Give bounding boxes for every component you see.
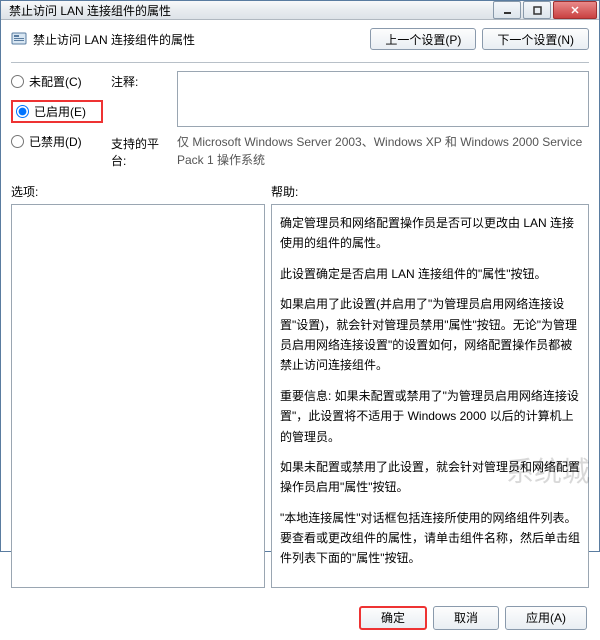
- policy-icon: [11, 31, 27, 47]
- comment-label: 注释:: [111, 71, 171, 127]
- previous-setting-button[interactable]: 上一个设置(P): [370, 28, 476, 50]
- radio-enabled[interactable]: 已启用(E): [16, 103, 86, 120]
- policy-title: 禁止访问 LAN 连接组件的属性: [33, 31, 364, 48]
- options-panel: [11, 204, 265, 588]
- help-text: 重要信息: 如果未配置或禁用了"为管理员启用网络连接设置"，此设置将不适用于 W…: [280, 386, 580, 447]
- platform-text: 仅 Microsoft Windows Server 2003、Windows …: [177, 133, 589, 169]
- radio-label: 已禁用(D): [29, 133, 82, 150]
- next-setting-button[interactable]: 下一个设置(N): [482, 28, 589, 50]
- radio-not-configured[interactable]: 未配置(C): [11, 73, 103, 90]
- cancel-button[interactable]: 取消: [433, 606, 499, 630]
- help-text: "本地连接属性"对话框包括连接所使用的网络组件列表。要查看或更改组件的属性，请单…: [280, 508, 580, 569]
- options-label: 选项:: [11, 183, 271, 200]
- help-text: 如果启用了此设置(并启用了"为管理员启用网络连接设置"设置)，就会针对管理员禁用…: [280, 294, 580, 376]
- help-panel: 确定管理员和网络配置操作员是否可以更改由 LAN 连接使用的组件的属性。 此设置…: [271, 204, 589, 588]
- help-text: 确定管理员和网络配置操作员是否可以更改由 LAN 连接使用的组件的属性。: [280, 213, 580, 254]
- titlebar: 禁止访问 LAN 连接组件的属性: [1, 1, 599, 20]
- highlight-enabled: 已启用(E): [11, 100, 103, 123]
- close-button[interactable]: [553, 1, 597, 19]
- help-text: 此设置确定是否启用 LAN 连接组件的"属性"按钮。: [280, 264, 580, 284]
- apply-button[interactable]: 应用(A): [505, 606, 587, 630]
- maximize-button[interactable]: [523, 1, 551, 19]
- window-title: 禁止访问 LAN 连接组件的属性: [9, 2, 171, 19]
- radio-disabled[interactable]: 已禁用(D): [11, 133, 103, 150]
- platform-label: 支持的平台:: [111, 133, 171, 169]
- minimize-button[interactable]: [493, 1, 521, 19]
- separator: [11, 62, 589, 63]
- help-label: 帮助:: [271, 183, 298, 200]
- ok-button[interactable]: 确定: [359, 606, 427, 630]
- help-text: 如果未配置或禁用了此设置，就会针对管理员和网络配置操作员启用"属性"按钮。: [280, 457, 580, 498]
- comment-textarea[interactable]: [177, 71, 589, 127]
- radio-label: 已启用(E): [34, 103, 86, 120]
- radio-label: 未配置(C): [29, 73, 82, 90]
